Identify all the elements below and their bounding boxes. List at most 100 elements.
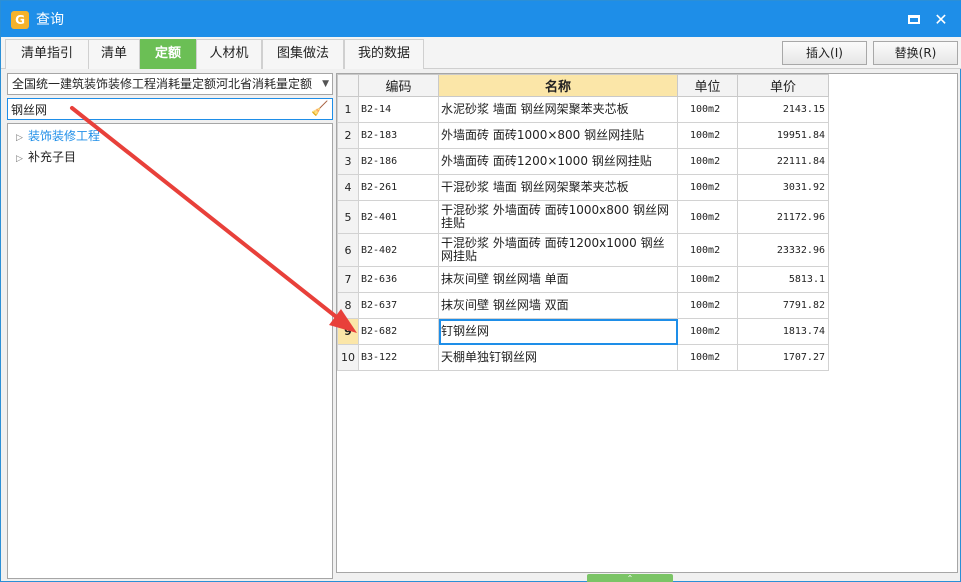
table-row[interactable]: 8 B2-637 抹灰间壁 钢丝网墙 双面 100m2 7791.82	[337, 292, 829, 319]
table-row[interactable]: 4 B2-261 干混砂浆 墙面 钢丝网架聚苯夹芯板 100m2 3031.92	[337, 174, 829, 201]
tab-my-data[interactable]: 我的数据	[344, 39, 424, 69]
row-index-cell[interactable]: 9	[337, 318, 359, 345]
search-box[interactable]: 🧹	[7, 98, 333, 120]
unit-cell[interactable]: 100m2	[677, 233, 738, 267]
price-cell[interactable]: 21172.96	[737, 200, 829, 234]
price-cell[interactable]: 1813.74	[737, 318, 829, 345]
code-cell[interactable]: B2-186	[358, 148, 439, 175]
window-title: 查询	[36, 12, 64, 28]
col-header-code[interactable]: 编码	[358, 74, 439, 97]
table-row[interactable]: 9 B2-682 钉钢丝网 100m2 1813.74	[337, 318, 829, 345]
table-body: 1 B2-14 水泥砂浆 墙面 钢丝网架聚苯夹芯板 100m2 2143.15 2 B2-1…	[337, 96, 829, 371]
name-cell[interactable]: 干混砂浆 外墙面砖 面砖1000x800 钢丝网挂贴	[438, 200, 678, 234]
row-index-cell[interactable]: 10	[337, 344, 359, 371]
tab-bill[interactable]: 清单	[88, 39, 140, 69]
code-cell[interactable]: B2-401	[358, 200, 439, 234]
price-cell[interactable]: 1707.27	[737, 344, 829, 371]
row-index-cell[interactable]: 5	[337, 200, 359, 234]
triangle-right-icon[interactable]: ▷	[16, 149, 28, 169]
row-index-cell[interactable]: 8	[337, 292, 359, 319]
code-cell[interactable]: B2-682	[358, 318, 439, 345]
price-cell[interactable]: 22111.84	[737, 148, 829, 175]
tab-atlas-method[interactable]: 图集做法	[262, 39, 344, 69]
name-cell[interactable]: 水泥砂浆 墙面 钢丝网架聚苯夹芯板	[438, 96, 678, 123]
title-bar[interactable]: G 查询 ✕	[1, 1, 961, 37]
price-cell[interactable]: 7791.82	[737, 292, 829, 319]
price-cell[interactable]: 3031.92	[737, 174, 829, 201]
tab-bill-guide[interactable]: 清单指引	[5, 39, 89, 69]
table-row[interactable]: 6 B2-402 干混砂浆 外墙面砖 面砖1200x1000 钢丝网挂贴 100m2 2…	[337, 233, 829, 267]
insert-button[interactable]: 插入(I)	[782, 41, 867, 65]
code-cell[interactable]: B3-122	[358, 344, 439, 371]
quota-library-select[interactable]: 全国统一建筑装饰装修工程消耗量定额河北省消耗量定额 ▼	[7, 73, 333, 95]
unit-cell[interactable]: 100m2	[677, 200, 738, 234]
left-panel: 全国统一建筑装饰装修工程消耗量定额河北省消耗量定额 ▼ 🧹 ▷装饰装修工程 ▷补…	[7, 73, 335, 581]
table-row[interactable]: 2 B2-183 外墙面砖 面砖1000×800 钢丝网挂贴 100m2 19951.8…	[337, 122, 829, 149]
row-index-cell[interactable]: 4	[337, 174, 359, 201]
unit-cell[interactable]: 100m2	[677, 344, 738, 371]
table-header-row: 编码 名称 单位 单价	[337, 74, 829, 97]
chevron-down-icon: ▼	[322, 79, 329, 89]
chevron-up-icon: ⌃	[626, 574, 634, 582]
name-cell[interactable]: 外墙面砖 面砖1200×1000 钢丝网挂贴	[438, 148, 678, 175]
col-header-index	[337, 74, 359, 97]
triangle-right-icon[interactable]: ▷	[16, 128, 28, 148]
table-row[interactable]: 3 B2-186 外墙面砖 面砖1200×1000 钢丝网挂贴 100m2 22111.…	[337, 148, 829, 175]
tree-item-label: 装饰装修工程	[28, 129, 101, 143]
code-cell[interactable]: B2-261	[358, 174, 439, 201]
row-index-cell[interactable]: 1	[337, 96, 359, 123]
maximize-button[interactable]	[903, 9, 925, 31]
results-grid: 编码 名称 单位 单价 1 B2-14 水泥砂浆 墙面 钢丝网架聚苯夹芯板 100m2…	[336, 73, 958, 573]
code-cell[interactable]: B2-637	[358, 292, 439, 319]
unit-cell[interactable]: 100m2	[677, 96, 738, 123]
unit-cell[interactable]: 100m2	[677, 174, 738, 201]
replace-button[interactable]: 替换(R)	[873, 41, 958, 65]
name-cell[interactable]: 干混砂浆 墙面 钢丝网架聚苯夹芯板	[438, 174, 678, 201]
tree-item-decoration[interactable]: ▷ 装饰装修工程	[16, 126, 100, 146]
tab-bar: 清单指引 清单 定额 人材机 图集做法 我的数据 插入(I) 替换(R)	[1, 37, 961, 69]
code-cell[interactable]: B2-183	[358, 122, 439, 149]
price-cell[interactable]: 23332.96	[737, 233, 829, 267]
category-tree: ▷ 装饰装修工程 ▷ 补充子目	[7, 123, 333, 579]
close-button[interactable]: ✕	[930, 9, 952, 31]
name-cell[interactable]: 抹灰间壁 钢丝网墙 双面	[438, 292, 678, 319]
price-cell[interactable]: 19951.84	[737, 122, 829, 149]
unit-cell[interactable]: 100m2	[677, 266, 738, 293]
quota-library-value: 全国统一建筑装饰装修工程消耗量定额河北省消耗量定额	[12, 77, 313, 91]
panel-splitter-grip[interactable]: ⌃	[587, 574, 673, 582]
search-input[interactable]	[11, 101, 301, 117]
unit-cell[interactable]: 100m2	[677, 148, 738, 175]
code-cell[interactable]: B2-636	[358, 266, 439, 293]
col-header-unit[interactable]: 单位	[677, 74, 738, 97]
tab-labor-material-machine[interactable]: 人材机	[196, 39, 262, 69]
broom-icon[interactable]: 🧹	[311, 100, 329, 118]
tree-item-label: 补充子目	[28, 150, 77, 164]
row-index-cell[interactable]: 3	[337, 148, 359, 175]
unit-cell[interactable]: 100m2	[677, 122, 738, 149]
row-index-cell[interactable]: 7	[337, 266, 359, 293]
table-row[interactable]: 10 B3-122 天棚单独钉钢丝网 100m2 1707.27	[337, 344, 829, 371]
row-index-cell[interactable]: 6	[337, 233, 359, 267]
tree-item-supplement[interactable]: ▷ 补充子目	[16, 147, 76, 167]
col-header-price[interactable]: 单价	[737, 74, 829, 97]
table-row[interactable]: 7 B2-636 抹灰间壁 钢丝网墙 单面 100m2 5813.1	[337, 266, 829, 293]
app-logo-icon: G	[11, 11, 29, 29]
name-cell[interactable]: 干混砂浆 外墙面砖 面砖1200x1000 钢丝网挂贴	[438, 233, 678, 267]
code-cell[interactable]: B2-14	[358, 96, 439, 123]
code-cell[interactable]: B2-402	[358, 233, 439, 267]
price-cell[interactable]: 5813.1	[737, 266, 829, 293]
name-cell[interactable]: 外墙面砖 面砖1000×800 钢丝网挂贴	[438, 122, 678, 149]
row-index-cell[interactable]: 2	[337, 122, 359, 149]
col-header-name[interactable]: 名称	[438, 74, 678, 97]
price-cell[interactable]: 2143.15	[737, 96, 829, 123]
table-row[interactable]: 5 B2-401 干混砂浆 外墙面砖 面砖1000x800 钢丝网挂贴 100m2 21…	[337, 200, 829, 234]
name-cell[interactable]: 抹灰间壁 钢丝网墙 单面	[438, 266, 678, 293]
tab-quota[interactable]: 定额	[140, 39, 196, 69]
name-cell[interactable]: 天棚单独钉钢丝网	[438, 344, 678, 371]
close-icon: ✕	[934, 10, 948, 29]
unit-cell[interactable]: 100m2	[677, 318, 738, 345]
query-window: G 查询 ✕ 清单指引 清单 定额 人材机 图集做法 我的数据 插入(I) 替换…	[0, 0, 961, 582]
table-row[interactable]: 1 B2-14 水泥砂浆 墙面 钢丝网架聚苯夹芯板 100m2 2143.15	[337, 96, 829, 123]
name-cell[interactable]: 钉钢丝网	[438, 318, 678, 345]
unit-cell[interactable]: 100m2	[677, 292, 738, 319]
